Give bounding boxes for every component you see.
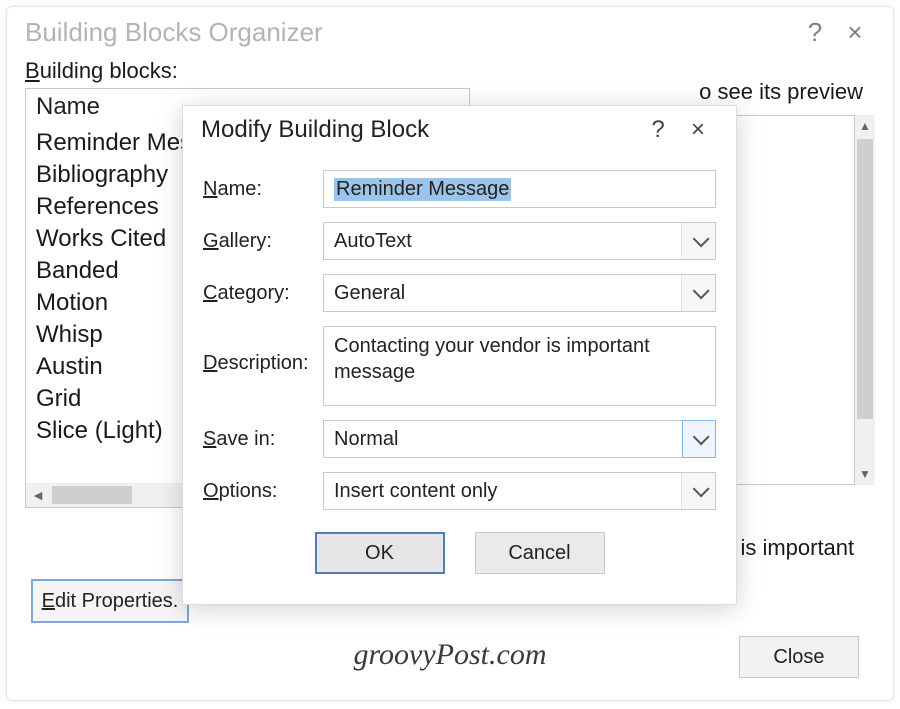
building-blocks-organizer-dialog: Building Blocks Organizer ? × Building b…	[6, 6, 894, 701]
scrollbar-thumb[interactable]	[52, 486, 132, 504]
name-label: Name:	[203, 178, 315, 201]
gallery-label: Gallery:	[203, 230, 315, 253]
scroll-up-icon[interactable]: ▲	[855, 115, 875, 137]
chevron-down-icon[interactable]	[681, 473, 715, 509]
ok-button[interactable]: OK	[315, 532, 445, 574]
modify-building-block-dialog: Modify Building Block ? × Name: Reminder…	[182, 105, 737, 605]
scrollbar-thumb[interactable]	[857, 139, 873, 419]
options-label: Options:	[203, 480, 315, 503]
options-value: Insert content only	[334, 480, 497, 503]
gallery-combobox[interactable]: AutoText	[323, 222, 716, 260]
preview-pane	[735, 115, 855, 485]
gallery-value: AutoText	[334, 230, 412, 253]
save-in-label: Save in:	[203, 428, 315, 451]
close-button[interactable]: Close	[739, 636, 859, 678]
parent-titlebar: Building Blocks Organizer ? ×	[7, 7, 893, 52]
name-field[interactable]: Reminder Message	[323, 170, 716, 208]
preview-hint: o see its preview	[699, 79, 863, 105]
help-button[interactable]: ?	[638, 116, 678, 144]
chevron-down-icon[interactable]	[681, 275, 715, 311]
edit-properties-button[interactable]: Edit Properties.	[31, 579, 189, 623]
cancel-button[interactable]: Cancel	[475, 532, 605, 574]
scroll-left-icon[interactable]: ◄	[26, 483, 50, 507]
dialog-titlebar: Modify Building Block ? ×	[183, 106, 736, 148]
description-label: Description:	[203, 326, 315, 375]
dialog-title: Modify Building Block	[201, 116, 638, 144]
save-in-value: Normal	[334, 428, 398, 451]
category-value: General	[334, 282, 405, 305]
preview-description: r is important	[727, 535, 867, 561]
edit-properties-label: dit Properties.	[55, 590, 178, 612]
close-icon[interactable]: ×	[678, 116, 718, 144]
close-icon[interactable]: ×	[835, 17, 875, 48]
parent-dialog-title: Building Blocks Organizer	[25, 17, 795, 48]
help-button[interactable]: ?	[795, 17, 835, 48]
vertical-scrollbar[interactable]: ▲ ▼	[855, 115, 875, 485]
save-in-combobox[interactable]: Normal	[323, 420, 716, 458]
options-combobox[interactable]: Insert content only	[323, 472, 716, 510]
chevron-down-icon[interactable]	[682, 420, 716, 458]
category-combobox[interactable]: General	[323, 274, 716, 312]
description-value: Contacting your vendor is important mess…	[334, 333, 705, 385]
watermark: groovyPost.com	[353, 638, 546, 672]
description-field[interactable]: Contacting your vendor is important mess…	[323, 326, 716, 406]
scroll-down-icon[interactable]: ▼	[855, 463, 875, 485]
chevron-down-icon[interactable]	[681, 223, 715, 259]
name-value: Reminder Message	[334, 178, 511, 201]
category-label: Category:	[203, 282, 315, 305]
